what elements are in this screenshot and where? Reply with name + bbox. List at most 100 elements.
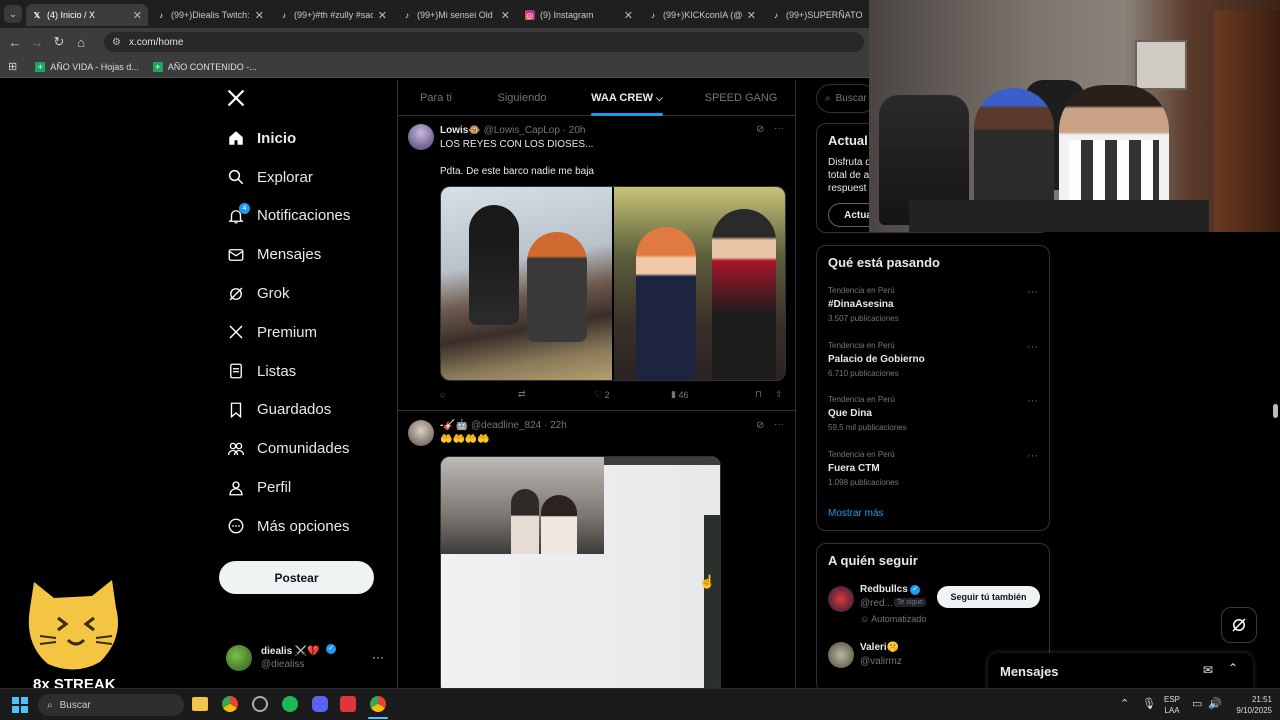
app-icon[interactable] <box>340 696 356 712</box>
page-scrollbar[interactable] <box>1270 232 1280 688</box>
more-icon[interactable]: ··· <box>1027 395 1038 407</box>
more-icon[interactable]: ··· <box>1027 341 1038 353</box>
more-icon[interactable]: ··· <box>774 123 784 134</box>
browser-tab[interactable]: ♪ (99+)#th #zully #sach ✕ <box>273 4 393 26</box>
close-tab-icon[interactable]: ✕ <box>747 9 756 22</box>
file-explorer-icon[interactable] <box>192 697 208 711</box>
repost-button[interactable]: ⇄ <box>518 389 594 400</box>
tweet-time[interactable]: · 20h <box>563 125 586 136</box>
messages-drawer[interactable]: Mensajes ✉ ⌃ <box>988 653 1253 689</box>
browser-tab[interactable]: ♪ (99+)Mi sensei Old F ✕ <box>396 4 516 26</box>
nav-item-inicio[interactable]: Inicio <box>218 119 393 158</box>
close-tab-icon[interactable]: ✕ <box>624 9 633 22</box>
close-tab-icon[interactable]: ✕ <box>133 9 142 22</box>
scrollbar-thumb[interactable] <box>1273 404 1278 418</box>
media-image-left[interactable] <box>441 187 612 380</box>
nav-item-listas[interactable]: Listas <box>218 352 393 391</box>
nav-item-mensajes[interactable]: Mensajes <box>218 235 393 274</box>
nav-item-guardados[interactable]: Guardados <box>218 391 393 430</box>
tweet[interactable]: Lowis🐵 @Lowis_CapLop · 20h ⊘ ··· LOS REY… <box>398 117 795 411</box>
nav-item-grok[interactable]: Grok <box>218 274 393 313</box>
avatar[interactable] <box>408 124 434 150</box>
bookmark-item[interactable]: + AÑO CONTENIDO -... <box>152 61 257 72</box>
grok-icon[interactable]: ⊘ <box>756 420 764 431</box>
x-logo[interactable] <box>226 88 246 110</box>
apps-grid-icon[interactable]: ⊞ <box>8 60 17 73</box>
avatar[interactable] <box>408 420 434 446</box>
tab-para-ti[interactable]: Para ti <box>408 80 464 116</box>
tweet[interactable]: -🎸🤖 @deadline_824 · 22h ⊘ ··· 🤲🤲🤲🤲 ☝ <box>398 412 795 720</box>
chrome-icon[interactable] <box>222 696 238 712</box>
nav-item-notificaciones[interactable]: 4 Notificaciones <box>218 197 393 236</box>
url-field[interactable]: ⚙ x.com/home <box>104 32 864 52</box>
share-icon[interactable]: ⇧ <box>775 389 783 400</box>
tweet-media[interactable] <box>440 456 721 696</box>
close-tab-icon[interactable]: ✕ <box>501 9 510 22</box>
author-name[interactable]: -🎸🤖 <box>440 420 468 431</box>
author-handle[interactable]: @Lowis_CapLop <box>484 125 560 136</box>
volume-icon[interactable]: 🔊 <box>1208 697 1222 710</box>
nav-item-perfil[interactable]: Perfil <box>218 468 393 507</box>
media-image-right[interactable] <box>614 187 785 380</box>
bookmark-icon[interactable]: ⊓ <box>755 389 775 400</box>
author-name[interactable]: Lowis🐵 <box>440 125 481 136</box>
language-indicator[interactable]: ESP LAA <box>1164 694 1180 716</box>
new-message-icon[interactable]: ✉ <box>1203 663 1213 677</box>
account-switcher[interactable]: diealis ⚔️💔 @diealiss ✓ ··· <box>226 642 391 674</box>
nav-item-premium[interactable]: Premium <box>218 313 393 352</box>
browser-tab[interactable]: ◎ (9) Instagram ✕ <box>519 4 639 26</box>
chevron-up-icon[interactable]: ⌃ <box>1120 697 1129 710</box>
tab-list-button[interactable]: ⌄ <box>4 5 22 23</box>
browser-tab[interactable]: ♪ (99+)KICKconIA (@k ✕ <box>642 4 762 26</box>
network-icon[interactable]: ▭ <box>1192 697 1202 710</box>
more-icon[interactable]: ··· <box>774 419 784 430</box>
reply-button[interactable]: ○ <box>440 390 518 400</box>
grok-icon[interactable]: ⊘ <box>756 124 764 135</box>
home-browser-icon[interactable]: ⌂ <box>70 35 92 50</box>
nav-item-comunidades[interactable]: Comunidades <box>218 429 393 468</box>
grok-floating-button[interactable] <box>1221 607 1257 643</box>
close-tab-icon[interactable]: ✕ <box>255 9 264 22</box>
tiktok-icon: ♪ <box>774 10 778 20</box>
author-handle[interactable]: @deadline_824 <box>471 420 541 431</box>
more-icon[interactable]: ··· <box>1027 450 1038 462</box>
trend-item[interactable]: Tendencia en Perú Fuera CTM 1.098 public… <box>828 450 1038 487</box>
trend-item[interactable]: Tendencia en Perú #DinaAsesina 3.507 pub… <box>828 286 1038 323</box>
trend-item[interactable]: Tendencia en Perú Palacio de Gobierno 6.… <box>828 341 1038 378</box>
show-more-link[interactable]: Mostrar más <box>828 508 884 519</box>
taskbar-search[interactable]: ⌕ Buscar <box>38 694 184 716</box>
follow-item[interactable]: Redbullcs ✓ @red... Te sigue ☺ Automatiz… <box>828 584 1043 624</box>
spotify-icon[interactable] <box>282 696 298 712</box>
close-tab-icon[interactable]: ✕ <box>378 9 387 22</box>
more-icon[interactable]: ··· <box>1027 286 1038 298</box>
browser-tab[interactable]: ♪ (99+)SUPERÑATO.wa <box>765 4 869 26</box>
browser-tab[interactable]: ♪ (99+)Diealis Twitch: L ✕ <box>150 4 270 26</box>
chevron-up-icon[interactable]: ⌃ <box>1228 661 1238 675</box>
reload-icon[interactable]: ↻ <box>48 34 70 50</box>
views-button[interactable]: ▮ 46 <box>671 389 755 400</box>
bookmark-item[interactable]: + AÑO VIDA - Hojas d... <box>35 61 139 72</box>
clock[interactable]: 21:51 9/10/2025 <box>1226 694 1272 716</box>
site-info-icon[interactable]: ⚙ <box>112 37 121 48</box>
app-icon[interactable] <box>252 696 268 712</box>
browser-tab-x-home[interactable]: 𝕏 (4) Inicio / X ✕ <box>26 4 148 26</box>
nav-item-explorar[interactable]: Explorar <box>218 158 393 197</box>
back-arrow-icon[interactable]: ← <box>4 35 26 50</box>
tab-speed-gang[interactable]: SPEED GANG <box>701 80 781 116</box>
post-button[interactable]: Postear <box>219 561 374 594</box>
microphone-icon[interactable]: 🎙 <box>1142 697 1156 710</box>
tab-waa-crew[interactable]: WAA CREW ⌵ <box>591 80 663 116</box>
like-button[interactable]: ♡ 2 <box>594 389 671 400</box>
nav-item-mas-opciones[interactable]: Más opciones <box>218 507 393 546</box>
trend-item[interactable]: Tendencia en Perú Que Dina 59,5 mil publ… <box>828 395 1038 432</box>
forward-arrow-icon[interactable]: → <box>26 35 48 50</box>
start-button[interactable] <box>12 697 28 713</box>
follow-back-button[interactable]: Seguir tú también <box>937 586 1040 608</box>
tweet-time[interactable]: · 22h <box>544 420 567 431</box>
tab-siguiendo[interactable]: Siguiendo <box>490 80 554 116</box>
search-input[interactable]: ⌕ Buscar <box>816 84 876 113</box>
discord-icon[interactable] <box>312 696 328 712</box>
more-icon[interactable]: ··· <box>372 650 384 664</box>
tweet-media[interactable] <box>440 186 786 381</box>
chrome-icon[interactable] <box>370 696 386 712</box>
